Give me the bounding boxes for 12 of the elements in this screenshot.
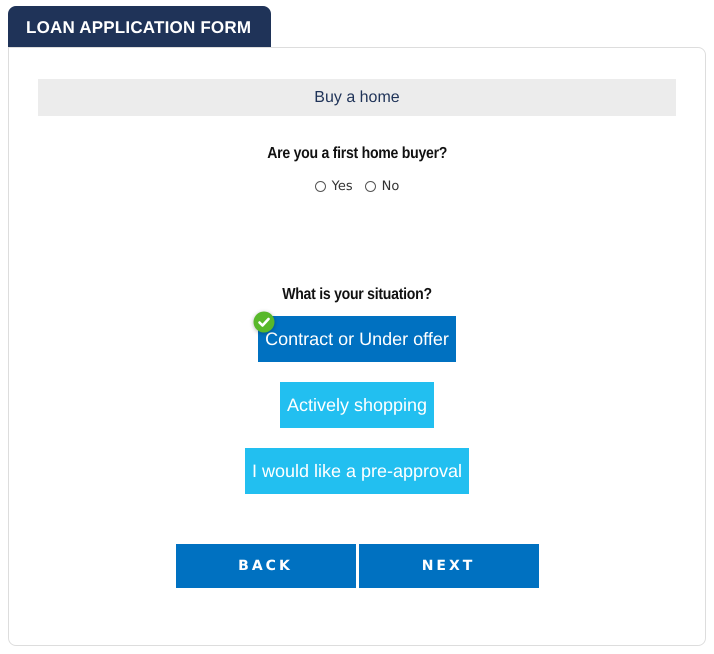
question-label: What is your situation? — [282, 286, 432, 304]
radio-label[interactable]: Yes — [332, 179, 353, 194]
form-tab[interactable]: LOAN APPLICATION FORM — [8, 6, 272, 47]
check-icon — [253, 311, 276, 333]
radio-label[interactable]: No — [382, 179, 400, 194]
radio-button[interactable] — [314, 181, 326, 192]
choice-button[interactable]: Contract or Under offer — [258, 316, 456, 362]
question-label: Are you a first home buyer? — [267, 145, 447, 163]
radio-button[interactable] — [364, 181, 376, 192]
section-header: Buy a home — [38, 79, 676, 116]
nav-button[interactable]: BACK — [176, 544, 356, 588]
nav-button[interactable]: NEXT — [358, 544, 538, 588]
